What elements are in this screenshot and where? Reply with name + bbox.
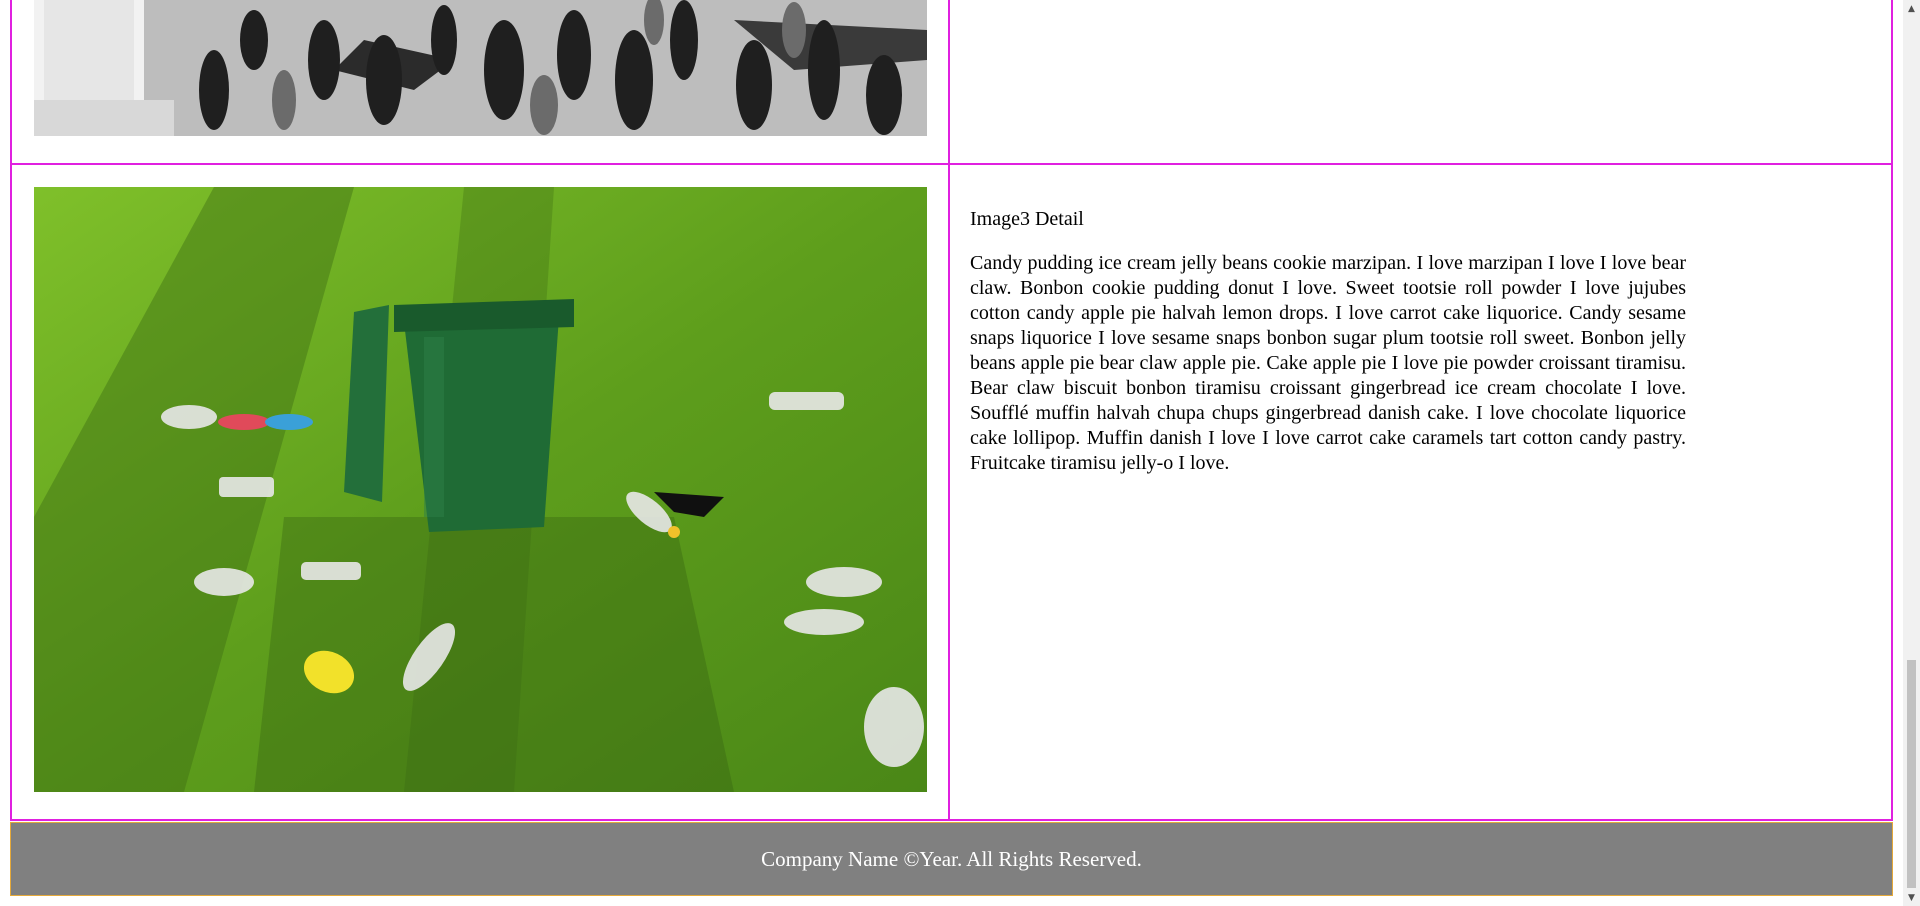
image-detail: Image3 Detail Candy pudding ice cream je…	[970, 208, 1686, 476]
gallery-table: Image3 Detail Candy pudding ice cream je…	[10, 0, 1893, 821]
scrollbar-thumb[interactable]	[1907, 660, 1916, 888]
scroll-up-arrow-icon[interactable]: ▲	[1903, 0, 1920, 17]
gallery-row-3: Image3 Detail Candy pudding ice cream je…	[10, 165, 1893, 821]
image-cell	[10, 165, 950, 819]
detail-cell-empty	[950, 0, 1893, 163]
page-footer: Company Name ©Year. All Rights Reserved.	[10, 822, 1893, 896]
detail-cell: Image3 Detail Candy pudding ice cream je…	[950, 165, 1893, 819]
scroll-down-arrow-icon[interactable]: ▼	[1903, 889, 1920, 906]
footer-copyright: Company Name ©Year. All Rights Reserved.	[761, 846, 1142, 871]
image-cell	[10, 0, 950, 163]
crowd-photo	[34, 0, 927, 136]
detail-heading: Image3 Detail	[970, 208, 1084, 230]
gallery-row-2	[10, 0, 1893, 165]
browser-viewport: Image3 Detail Candy pudding ice cream je…	[0, 0, 1920, 906]
trash-bin-photo	[34, 187, 927, 792]
vertical-scrollbar[interactable]: ▲ ▼	[1903, 0, 1920, 906]
detail-paragraph: Candy pudding ice cream jelly beans cook…	[970, 252, 1686, 474]
